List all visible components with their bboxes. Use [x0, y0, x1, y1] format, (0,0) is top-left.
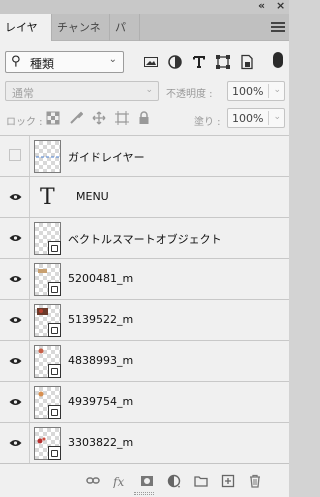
collapse-icon[interactable]: « — [258, 0, 265, 12]
blend-mode-select[interactable]: 通常 ⌄ — [5, 81, 159, 101]
layer-name: 5139522_m — [68, 313, 134, 326]
eye-icon[interactable] — [9, 398, 22, 406]
visibility-cell[interactable] — [0, 136, 30, 176]
layer-thumbnail — [34, 304, 61, 337]
image-artwork-icon — [38, 269, 47, 273]
layer-row-5139522[interactable]: 5139522_m — [0, 300, 289, 341]
layer-name: 3303822_m — [68, 436, 134, 449]
layer-thumbnail — [34, 427, 61, 460]
chevron-down-icon: ⌄ — [108, 54, 117, 65]
visibility-cell[interactable] — [0, 300, 30, 340]
tab-channels[interactable]: チャンネル — [52, 14, 110, 61]
visibility-cell[interactable] — [0, 218, 30, 258]
layer-list: ガイドレイヤー T MENU ベクトルスマートオブジェクト 5200481_m … — [0, 136, 289, 463]
visibility-cell[interactable] — [0, 341, 30, 381]
text-layer-icon: T — [40, 185, 55, 210]
layers-panel: ⚲ 種類 ⌄ 通常 ⌄ 不透明度 : 100% ⌄ ロック : 塗り: 100… — [0, 41, 289, 497]
smart-object-badge-icon — [48, 446, 61, 460]
opacity-value: 100% — [232, 85, 264, 98]
search-icon: ⚲ — [11, 54, 21, 69]
svg-text:fx: fx — [113, 475, 124, 488]
layer-row-5200481[interactable]: 5200481_m — [0, 259, 289, 300]
eye-icon[interactable] — [9, 316, 22, 324]
pixel-layer-filter-icon[interactable] — [143, 54, 159, 70]
lock-artboard-icon[interactable] — [115, 111, 129, 125]
layer-thumbnail — [34, 345, 61, 378]
layer-thumbnail — [34, 263, 61, 296]
fill-field[interactable]: 100% ⌄ — [227, 108, 285, 128]
smart-object-badge-icon — [48, 241, 61, 255]
layer-row-4939754[interactable]: 4939754_m — [0, 382, 289, 423]
eye-icon[interactable] — [9, 234, 22, 242]
panel-menu-icon[interactable] — [271, 20, 285, 34]
layer-name: ベクトルスマートオブジェクト — [68, 233, 222, 246]
layers-panel-footer: fx — [0, 463, 289, 497]
panel-top-strip: « × — [0, 0, 289, 14]
tab-layers[interactable]: レイヤー — [0, 14, 52, 61]
smart-object-badge-icon — [48, 405, 61, 419]
fill-label: 塗り : — [194, 117, 221, 128]
layer-name: MENU — [76, 190, 109, 203]
visibility-cell[interactable] — [0, 423, 30, 463]
layer-row-4838993[interactable]: 4838993_m — [0, 341, 289, 382]
eye-icon[interactable] — [9, 193, 22, 201]
visibility-cell[interactable] — [0, 259, 30, 299]
layer-thumbnail — [34, 222, 61, 255]
opacity-field[interactable]: 100% ⌄ — [227, 81, 285, 101]
delete-layer-trash-icon[interactable] — [248, 474, 262, 488]
layer-row-3303822[interactable]: 3303822_m — [0, 423, 289, 463]
chevron-down-icon: ⌄ — [273, 112, 281, 122]
smart-object-badge-icon — [48, 364, 61, 378]
close-panel-icon[interactable]: × — [276, 0, 285, 12]
visibility-cell[interactable] — [0, 382, 30, 422]
layer-name: 4939754_m — [68, 395, 134, 408]
add-mask-icon[interactable] — [140, 474, 154, 488]
chevron-down-icon: ⌄ — [145, 85, 153, 95]
type-layer-filter-icon[interactable] — [191, 54, 207, 70]
layer-filter-kind-select[interactable]: ⚲ 種類 ⌄ — [5, 51, 124, 73]
smart-object-badge-icon — [48, 282, 61, 296]
eye-icon[interactable] — [9, 357, 22, 365]
layer-name: 4838993_m — [68, 354, 134, 367]
smart-object-filter-icon[interactable] — [239, 54, 255, 70]
lock-transparent-pixels-icon[interactable] — [46, 111, 60, 125]
adjustment-layer-filter-icon[interactable] — [167, 54, 183, 70]
eye-icon[interactable] — [9, 439, 22, 447]
image-artwork-icon — [37, 437, 46, 444]
layer-thumbnail — [34, 386, 61, 419]
shape-layer-filter-icon[interactable] — [215, 54, 231, 70]
layer-style-fx-icon[interactable]: fx — [113, 474, 127, 488]
layer-thumbnail — [34, 140, 61, 173]
adjustment-layer-icon[interactable] — [167, 474, 181, 488]
panel-tab-bar: レイヤー チャンネル パス — [0, 14, 289, 61]
lock-all-icon[interactable] — [137, 111, 151, 125]
image-artwork-icon — [38, 348, 44, 354]
filter-kind-label: 種類 — [30, 57, 55, 71]
new-group-folder-icon[interactable] — [194, 474, 208, 488]
link-layers-icon[interactable] — [86, 474, 100, 488]
visibility-off-box[interactable] — [9, 149, 21, 161]
filter-toggle-icon[interactable] — [273, 52, 283, 68]
opacity-label: 不透明度 : — [166, 89, 213, 100]
fill-value: 100% — [232, 112, 264, 125]
chevron-down-icon: ⌄ — [273, 85, 281, 95]
layer-row-vector-smart-object[interactable]: ベクトルスマートオブジェクト — [0, 218, 289, 259]
eye-icon[interactable] — [9, 275, 22, 283]
blend-mode-value: 通常 — [12, 87, 34, 100]
guide-lines-icon — [36, 156, 60, 158]
resize-grip[interactable] — [134, 492, 154, 495]
image-artwork-icon — [38, 391, 44, 397]
visibility-cell[interactable] — [0, 177, 30, 217]
new-layer-icon[interactable] — [221, 474, 235, 488]
smart-object-badge-icon — [48, 323, 61, 337]
lock-position-icon[interactable] — [92, 111, 106, 125]
lock-image-pixels-icon[interactable] — [69, 111, 83, 125]
layer-name: 5200481_m — [68, 272, 134, 285]
tab-paths[interactable]: パス — [110, 14, 140, 61]
layer-row-menu[interactable]: T MENU — [0, 177, 289, 218]
layer-name: ガイドレイヤー — [68, 151, 145, 164]
layer-row-guide[interactable]: ガイドレイヤー — [0, 136, 289, 177]
lock-label: ロック : — [6, 117, 43, 128]
image-artwork-icon — [37, 308, 48, 315]
